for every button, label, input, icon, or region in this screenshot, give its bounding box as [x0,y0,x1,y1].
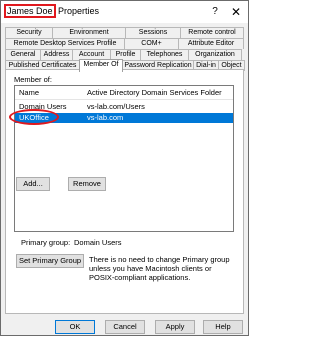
ok-button[interactable]: OK [55,320,95,334]
help-button[interactable]: Help [203,320,243,334]
add-button[interactable]: Add... [16,177,50,191]
primary-group-value: Domain Users [74,238,122,247]
tab-sessions[interactable]: Sessions [125,27,181,38]
dialog-title: James Doe Properties [4,4,100,18]
tab-general[interactable]: General [5,49,41,60]
member-of-panel: Member of: Name Active Directory Domain … [5,69,244,314]
tab-remote-control[interactable]: Remote control [180,27,244,38]
tab-row-2: Remote Desktop Services Profile COM+ Att… [5,38,244,49]
help-icon[interactable]: ? [208,5,222,19]
primary-group-label: Primary group: [21,238,71,247]
primary-group-note: There is no need to change Primary group… [89,255,230,282]
properties-dialog: James Doe Properties ? ✕ Security Enviro… [0,0,249,336]
column-name-header[interactable]: Name [19,88,39,97]
title-user-name: James Doe [4,4,56,18]
tab-environment[interactable]: Environment [52,27,126,38]
remove-button[interactable]: Remove [68,177,106,191]
tab-row-1: Security Environment Sessions Remote con… [5,27,244,38]
member-of-list[interactable]: Name Active Directory Domain Services Fo… [9,85,234,232]
tab-com-plus[interactable]: COM+ [124,38,179,49]
list-header: Name Active Directory Domain Services Fo… [15,86,233,100]
column-folder-header[interactable]: Active Directory Domain Services Folder [87,88,222,97]
apply-button[interactable]: Apply [155,320,195,334]
title-bar: James Doe Properties ? ✕ [1,1,248,23]
tab-row-3: General Address Account Profile Telephon… [5,49,242,60]
list-item-folder: vs-lab.com [87,113,124,122]
member-of-label: Member of: [14,75,52,84]
list-item-ukoffice[interactable]: UKOffice vs-lab.com [9,109,233,125]
cancel-button[interactable]: Cancel [105,320,145,334]
highlight-circle-marker [9,109,59,125]
close-icon[interactable]: ✕ [229,5,243,19]
tab-organization[interactable]: Organization [188,49,242,60]
title-suffix: Properties [55,6,100,16]
tab-member-of[interactable]: Member Of [79,59,123,72]
set-primary-group-button[interactable]: Set Primary Group [16,254,84,268]
list-item-folder: vs-lab.com/Users [87,102,145,111]
tab-attribute-editor[interactable]: Attribute Editor [178,38,244,49]
tab-telephones[interactable]: Telephones [140,49,189,60]
tab-remote-desktop-services-profile[interactable]: Remote Desktop Services Profile [5,38,125,49]
tab-security[interactable]: Security [5,27,53,38]
tab-address[interactable]: Address [40,49,73,60]
